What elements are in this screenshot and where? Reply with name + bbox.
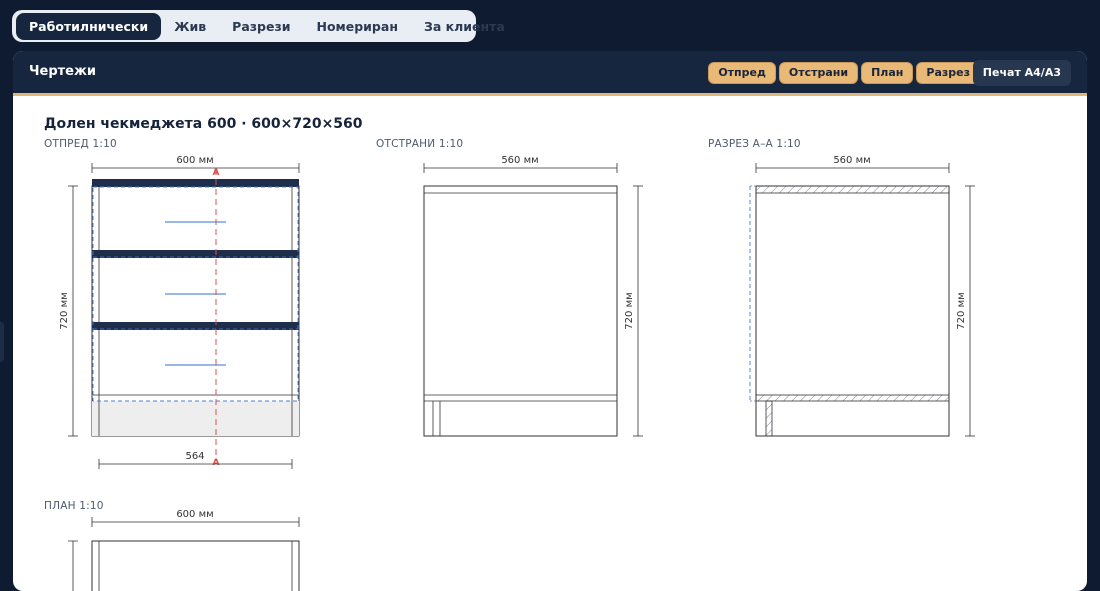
plan-width-label: 600 мм <box>176 509 213 520</box>
front-height-dimension: 720 мм <box>59 185 78 437</box>
front-width-label: 600 мм <box>176 155 213 166</box>
section-mark-top: A <box>213 168 220 178</box>
plan-view: 600 мм <box>68 509 300 591</box>
section-width-dimension: 560 мм <box>755 155 950 173</box>
side-width-label: 560 мм <box>501 155 538 166</box>
plan-width-dimension: 600 мм <box>91 509 300 527</box>
tab-sections[interactable]: Разрези <box>219 13 303 40</box>
side-height-dimension: 720 мм <box>624 185 643 437</box>
front-width-dimension: 600 мм <box>91 155 300 173</box>
front-carcass <box>91 185 300 437</box>
mode-tabs: Работилнически Жив Разрези Номериран За … <box>12 10 505 42</box>
tab-workshop[interactable]: Работилнически <box>16 12 162 40</box>
section-plinth-hatched <box>765 400 773 437</box>
side-height-label: 720 мм <box>624 292 635 329</box>
front-inner-width-label: 564 <box>185 451 204 462</box>
section-height-dimension: 720 мм <box>956 185 975 437</box>
plan-outline <box>91 540 300 591</box>
front-inner-width-dimension: 564 <box>98 451 293 469</box>
section-height-label: 720 мм <box>956 292 967 329</box>
section-width-label: 560 мм <box>833 155 870 166</box>
side-drawer-handle[interactable] <box>0 322 4 362</box>
drawings-panel: Чертежи Отпред Отстрани План Разрез Печа… <box>13 51 1087 591</box>
front-view: 600 мм 720 мм A A 564 <box>59 155 300 469</box>
technical-drawing: 600 мм 720 мм A A 564 560 мм 720 мм 560 … <box>59 155 975 591</box>
front-height-label: 720 мм <box>59 292 70 329</box>
side-width-dimension: 560 мм <box>423 155 618 173</box>
section-mark-bottom: A <box>213 458 220 468</box>
section-view: 560 мм 720 мм <box>749 155 975 437</box>
section-bottom-hatched <box>755 394 950 402</box>
front-plinth <box>92 401 299 436</box>
tab-numbered[interactable]: Номериран <box>303 13 410 40</box>
tab-for-client[interactable]: За клиента <box>411 13 518 40</box>
section-top-hatched <box>755 185 950 194</box>
side-panel <box>423 185 618 437</box>
tab-live[interactable]: Жив <box>161 13 219 40</box>
front-top-rail <box>92 179 299 187</box>
side-view: 560 мм 720 мм <box>423 155 643 437</box>
